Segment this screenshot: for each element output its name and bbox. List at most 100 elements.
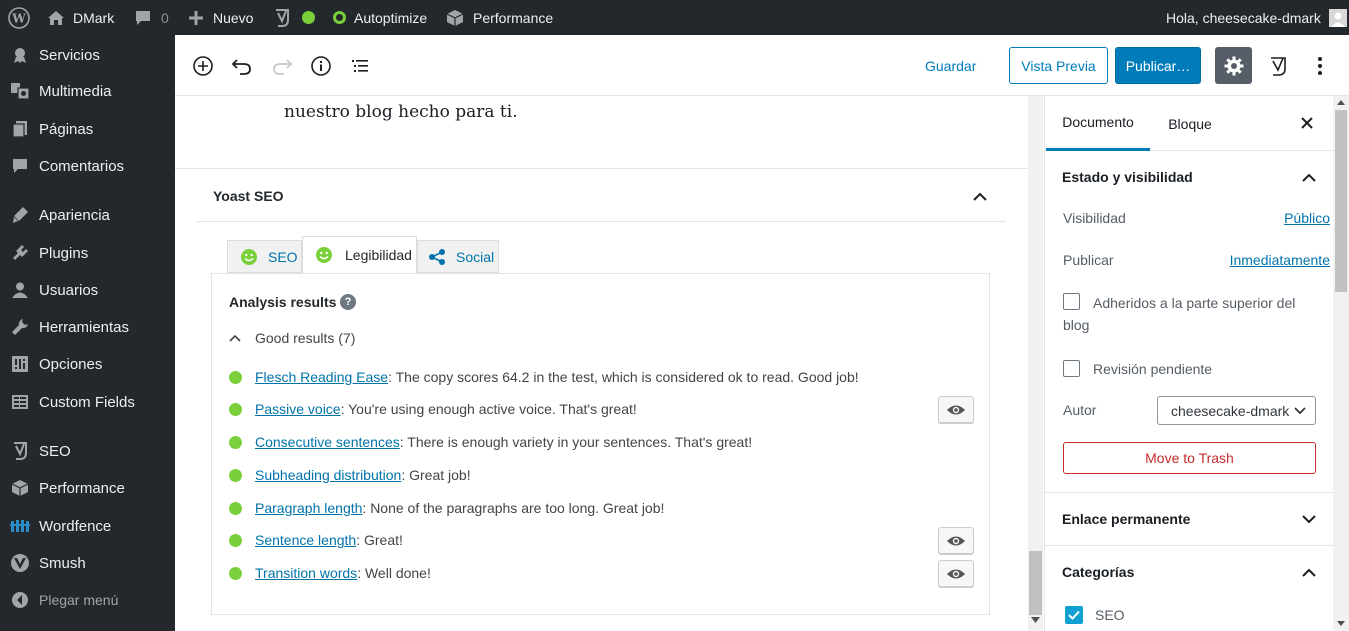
- result-link[interactable]: Subheading distribution: [255, 467, 401, 483]
- good-results-toggle[interactable]: Good results (7): [229, 330, 355, 346]
- menu-item-plugins[interactable]: Plugins: [0, 235, 175, 271]
- result-link[interactable]: Paragraph length: [255, 500, 362, 516]
- menu-collapse[interactable]: Plegar menú: [0, 582, 175, 618]
- panel-title: Categorías: [1062, 564, 1135, 580]
- panel-categories[interactable]: Categorías: [1045, 546, 1335, 598]
- performance-adminbar-link[interactable]: Performance: [446, 0, 553, 35]
- wordpress-logo-icon[interactable]: W: [8, 0, 30, 35]
- menu-item-performance[interactable]: Performance: [0, 470, 175, 506]
- greeting: Hola, cheesecake-dmark: [1166, 9, 1321, 26]
- svg-text:W: W: [11, 11, 26, 25]
- result-link[interactable]: Flesch Reading Ease: [255, 369, 388, 385]
- menu-item-comentarios[interactable]: Comentarios: [0, 148, 175, 184]
- result-text: : Well done!: [357, 565, 431, 581]
- menu-item-usuarios[interactable]: Usuarios: [0, 272, 175, 308]
- tab-seo[interactable]: SEO: [227, 240, 302, 273]
- eye-icon: [947, 405, 965, 414]
- result-link[interactable]: Consecutive sentences: [255, 434, 400, 450]
- close-sidebar-button[interactable]: [1297, 113, 1317, 133]
- new-label: Nuevo: [213, 9, 254, 26]
- tab-block[interactable]: Bloque: [1150, 96, 1230, 151]
- add-block-button[interactable]: [188, 51, 218, 81]
- visibility-link[interactable]: Público: [1284, 210, 1330, 226]
- chevron-up-icon: [1300, 168, 1318, 186]
- yoast-sidebar-button[interactable]: [1263, 51, 1293, 81]
- result-link[interactable]: Passive voice: [255, 401, 341, 417]
- result-row: Passive voice: You're using enough activ…: [229, 396, 974, 423]
- new-content-link[interactable]: Nuevo: [188, 0, 253, 35]
- menu-item-servicios[interactable]: Servicios: [0, 37, 175, 73]
- info-button[interactable]: [306, 51, 336, 81]
- menu-item-seo[interactable]: SEO: [0, 433, 175, 469]
- result-text: : There is enough variety in your senten…: [399, 434, 753, 450]
- settings-toggle-button[interactable]: [1215, 47, 1252, 84]
- block-navigation-button[interactable]: [345, 51, 375, 81]
- scrollbar-thumb[interactable]: [1335, 110, 1347, 292]
- panel-status-visibility[interactable]: Estado y visibilidad: [1045, 151, 1335, 203]
- highlight-button[interactable]: [938, 560, 974, 587]
- tab-social[interactable]: Social: [417, 240, 499, 273]
- pending-review-checkbox[interactable]: [1063, 360, 1080, 377]
- sidebar-scrollbar[interactable]: [1333, 96, 1349, 631]
- redo-button[interactable]: [267, 51, 297, 81]
- publish-button[interactable]: Publicar…: [1115, 47, 1201, 84]
- seo-status-dot: [302, 0, 315, 35]
- yoast-collapse-button[interactable]: [970, 186, 990, 206]
- comments-link[interactable]: 0: [134, 0, 169, 35]
- category-seo-checkbox[interactable]: [1065, 606, 1083, 624]
- paragraph-block[interactable]: nuestro blog hecho para ti.: [284, 102, 518, 122]
- performance-cube-icon: [446, 9, 464, 27]
- menu-item-paginas[interactable]: Páginas: [0, 111, 175, 147]
- account-link[interactable]: Hola, cheesecake-dmark: [1166, 0, 1347, 35]
- autoptimize-link[interactable]: Autoptimize: [333, 0, 427, 35]
- highlight-button[interactable]: [938, 527, 974, 554]
- menu-item-opciones[interactable]: Opciones: [0, 346, 175, 382]
- highlight-button[interactable]: [938, 396, 974, 423]
- result-link[interactable]: Sentence length: [255, 532, 356, 548]
- vertical-ellipsis-icon: [1318, 57, 1322, 75]
- scroll-up-arrow-icon[interactable]: [1337, 100, 1345, 105]
- gear-icon: [1224, 56, 1243, 75]
- help-icon[interactable]: ?: [340, 294, 356, 310]
- pages-icon: [9, 118, 31, 140]
- menu-item-wordfence[interactable]: Wordfence: [0, 508, 175, 544]
- settings-sidebar: Documento Bloque Estado y visibilidad Vi…: [1044, 96, 1349, 631]
- menu-item-multimedia[interactable]: Multimedia: [0, 73, 175, 109]
- tab-legibilidad[interactable]: Legibilidad: [302, 236, 417, 274]
- author-select[interactable]: cheesecake-dmark: [1157, 396, 1316, 425]
- scroll-down-arrow-icon[interactable]: [1031, 617, 1040, 623]
- collapse-icon: [9, 589, 31, 611]
- more-options-button[interactable]: [1307, 51, 1333, 81]
- custom-fields-icon: [9, 391, 31, 413]
- autoptimize-label: Autoptimize: [354, 9, 428, 26]
- scrollbar-thumb[interactable]: [1029, 551, 1042, 615]
- visibility-label: Visibilidad: [1063, 210, 1126, 226]
- panel-permalink[interactable]: Enlace permanente: [1045, 493, 1335, 545]
- menu-item-custom-fields[interactable]: Custom Fields: [0, 384, 175, 420]
- chevron-down-icon: [1294, 407, 1306, 415]
- yoast-adminbar-icon[interactable]: [273, 0, 291, 35]
- undo-button[interactable]: [227, 51, 257, 81]
- scroll-down-arrow-icon[interactable]: [1337, 621, 1345, 626]
- pending-review-label: Revisión pendiente: [1093, 361, 1213, 377]
- chevron-up-icon: [229, 334, 243, 342]
- list-outline-icon: [352, 60, 368, 72]
- wordfence-icon: [9, 515, 31, 537]
- admin-menu: Servicios Multimedia Páginas Comentarios…: [0, 35, 175, 631]
- result-text: : None of the paragraphs are too long. G…: [362, 500, 665, 516]
- save-draft-button[interactable]: Guardar: [925, 52, 976, 80]
- move-to-trash-button[interactable]: Move to Trash: [1063, 442, 1316, 474]
- tab-document[interactable]: Documento: [1046, 96, 1150, 151]
- content-scrollbar[interactable]: [1028, 96, 1043, 631]
- result-link[interactable]: Transition words: [255, 565, 357, 581]
- settings-icon: [9, 353, 31, 375]
- preview-button[interactable]: Vista Previa: [1009, 47, 1108, 84]
- site-name-link[interactable]: DMark: [47, 0, 114, 35]
- chevron-down-icon: [1300, 510, 1318, 528]
- analysis-title: Analysis results: [229, 294, 337, 310]
- menu-item-smush[interactable]: Smush: [0, 545, 175, 581]
- menu-item-herramientas[interactable]: Herramientas: [0, 309, 175, 345]
- publish-date-link[interactable]: Inmediatamente: [1230, 252, 1330, 268]
- menu-item-apariencia[interactable]: Apariencia: [0, 197, 175, 233]
- author-label: Autor: [1063, 402, 1097, 418]
